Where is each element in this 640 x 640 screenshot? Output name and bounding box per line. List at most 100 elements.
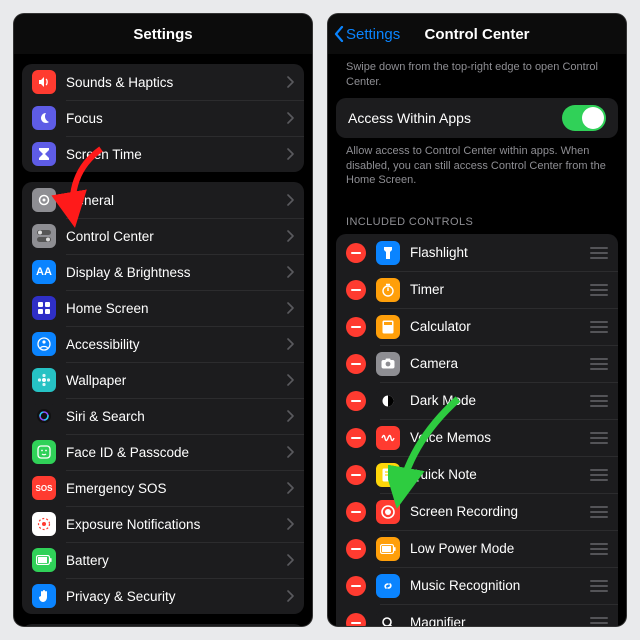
section-header: Included Controls [328, 198, 626, 232]
flashlight-icon [376, 241, 400, 265]
reorder-grip-icon[interactable] [590, 617, 608, 626]
control-row-camera[interactable]: Camera [336, 345, 618, 382]
siri-icon [32, 404, 56, 428]
chevron-right-icon [286, 482, 294, 494]
reorder-grip-icon[interactable] [590, 432, 608, 444]
reorder-grip-icon[interactable] [590, 506, 608, 518]
settings-row-home-screen[interactable]: Home Screen [22, 290, 304, 326]
settings-row-accessibility[interactable]: Accessibility [22, 326, 304, 362]
settings-row-general[interactable]: General [22, 182, 304, 218]
face-icon [32, 440, 56, 464]
chevron-right-icon [286, 446, 294, 458]
record-icon [376, 500, 400, 524]
chevron-right-icon [286, 554, 294, 566]
chevron-right-icon [286, 590, 294, 602]
remove-button[interactable] [346, 391, 366, 411]
reorder-grip-icon[interactable] [590, 543, 608, 555]
reorder-grip-icon[interactable] [590, 247, 608, 259]
control-label: Magnifier [410, 615, 590, 626]
remove-button[interactable] [346, 613, 366, 626]
exposure-icon [32, 512, 56, 536]
remove-button[interactable] [346, 428, 366, 448]
control-label: Camera [410, 356, 590, 371]
back-label: Settings [346, 26, 400, 43]
control-row-timer[interactable]: Timer [336, 271, 618, 308]
control-label: Timer [410, 282, 590, 297]
back-button[interactable]: Settings [334, 14, 400, 54]
control-row-quick-note[interactable]: Quick Note [336, 456, 618, 493]
settings-row-privacy-security[interactable]: Privacy & Security [22, 578, 304, 614]
chevron-right-icon [286, 266, 294, 278]
row-label: General [66, 193, 286, 208]
toggle-label: Access Within Apps [348, 110, 562, 126]
moon-icon [32, 106, 56, 130]
switches-icon [32, 224, 56, 248]
chevron-right-icon [286, 518, 294, 530]
access-toggle-on[interactable] [562, 105, 606, 131]
control-row-screen-recording[interactable]: Screen Recording [336, 493, 618, 530]
control-row-flashlight[interactable]: Flashlight [336, 234, 618, 271]
remove-button[interactable] [346, 354, 366, 374]
control-label: Dark Mode [410, 393, 590, 408]
reorder-grip-icon[interactable] [590, 321, 608, 333]
chevron-right-icon [286, 302, 294, 314]
row-label: Focus [66, 111, 286, 126]
reorder-grip-icon[interactable] [590, 580, 608, 592]
chevron-right-icon [286, 112, 294, 124]
control-row-magnifier[interactable]: Magnifier [336, 604, 618, 626]
control-row-voice-memos[interactable]: Voice Memos [336, 419, 618, 456]
remove-button[interactable] [346, 317, 366, 337]
reorder-grip-icon[interactable] [590, 395, 608, 407]
control-label: Low Power Mode [410, 541, 590, 556]
chevron-right-icon [286, 338, 294, 350]
settings-row-app-store[interactable]: App Store [22, 624, 304, 626]
reorder-grip-icon[interactable] [590, 358, 608, 370]
note-icon [376, 463, 400, 487]
row-label: Exposure Notifications [66, 517, 286, 532]
chevron-right-icon [286, 410, 294, 422]
remove-button[interactable] [346, 539, 366, 559]
remove-button[interactable] [346, 243, 366, 263]
settings-row-display-brightness[interactable]: AA Display & Brightness [22, 254, 304, 290]
darkmode-icon [376, 389, 400, 413]
page-title: Settings [133, 26, 192, 43]
gear-icon [32, 188, 56, 212]
settings-row-sounds-haptics[interactable]: Sounds & Haptics [22, 64, 304, 100]
shazam-icon [376, 574, 400, 598]
settings-row-exposure-notifications[interactable]: Exposure Notifications [22, 506, 304, 542]
remove-button[interactable] [346, 502, 366, 522]
hourglass-icon [32, 142, 56, 166]
remove-button[interactable] [346, 280, 366, 300]
control-row-calculator[interactable]: Calculator [336, 308, 618, 345]
reorder-grip-icon[interactable] [590, 469, 608, 481]
control-label: Quick Note [410, 467, 590, 482]
chevron-left-icon [334, 26, 344, 42]
remove-button[interactable] [346, 576, 366, 596]
settings-row-wallpaper[interactable]: Wallpaper [22, 362, 304, 398]
control-label: Screen Recording [410, 504, 590, 519]
access-within-apps-row[interactable]: Access Within Apps [336, 98, 618, 138]
control-row-music-recognition[interactable]: Music Recognition [336, 567, 618, 604]
row-label: Sounds & Haptics [66, 75, 286, 90]
AA-icon: AA [32, 260, 56, 284]
settings-row-battery[interactable]: Battery [22, 542, 304, 578]
settings-row-focus[interactable]: Focus [22, 100, 304, 136]
row-label: Wallpaper [66, 373, 286, 388]
control-row-low-power-mode[interactable]: Low Power Mode [336, 530, 618, 567]
control-center-screen: Settings Control Center Swipe down from … [328, 14, 626, 626]
settings-row-screen-time[interactable]: Screen Time [22, 136, 304, 172]
timer-icon [376, 278, 400, 302]
row-label: Control Center [66, 229, 286, 244]
settings-row-control-center[interactable]: Control Center [22, 218, 304, 254]
settings-row-siri-search[interactable]: Siri & Search [22, 398, 304, 434]
reorder-grip-icon[interactable] [590, 284, 608, 296]
control-row-dark-mode[interactable]: Dark Mode [336, 382, 618, 419]
row-label: Home Screen [66, 301, 286, 316]
remove-button[interactable] [346, 465, 366, 485]
settings-row-emergency-sos[interactable]: SOS Emergency SOS [22, 470, 304, 506]
settings-group-1: Sounds & Haptics Focus Screen Time [22, 64, 304, 172]
nav-bar: Settings [14, 14, 312, 54]
settings-row-face-id-passcode[interactable]: Face ID & Passcode [22, 434, 304, 470]
row-label: Screen Time [66, 147, 286, 162]
row-label: Emergency SOS [66, 481, 286, 496]
